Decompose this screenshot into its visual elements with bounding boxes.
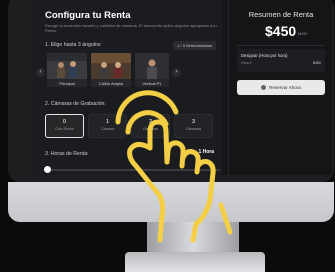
camera-label: Con Renta: [55, 127, 74, 131]
angle-thumbnail-image: [47, 53, 87, 79]
angle-label: Cálido Amplio: [98, 81, 124, 86]
hours-slider-handle[interactable]: [44, 166, 51, 173]
angle-card-vertical-p1[interactable]: Vertical P1: [135, 53, 169, 87]
camera-count: 0: [62, 119, 67, 125]
line-item-value: $450: [313, 61, 321, 65]
camera-label: Cámaras: [185, 127, 202, 131]
hours-value: 1 Hora: [198, 149, 214, 155]
page-description: Escoge tu escenario favorito y cantidad …: [45, 23, 217, 33]
camera-option-2[interactable]: 2 Cámaras: [131, 114, 170, 138]
step2-label: 2. Cámaras de Grabación:: [45, 101, 106, 107]
angle-card-calido-amplio[interactable]: Cálido Amplio: [91, 53, 131, 87]
monitor-stand-base: [125, 252, 265, 272]
angle-thumbnail-image: [91, 53, 131, 79]
angle-card-principal[interactable]: Principal: [47, 53, 87, 87]
summary-price: $450: [265, 23, 297, 39]
summary-title: Resumen de Renta: [248, 10, 314, 19]
monitor-chin: [8, 182, 334, 222]
chevron-right-icon[interactable]: ›: [172, 68, 181, 77]
line-item-title: Designar (Hora por hora): [241, 53, 288, 58]
camera-count: 1: [105, 119, 110, 125]
camera-option-3[interactable]: 3 Cámaras: [174, 114, 213, 138]
line-item-sub: Hora 1: [241, 61, 252, 65]
page-title: Configura tu Renta: [45, 10, 131, 21]
reserve-label: Reservar Ahora: [269, 85, 301, 90]
summary-line-item: Designar (Hora por hora) Hora 1 $450: [237, 49, 325, 72]
camera-option-0[interactable]: 0 Con Renta: [45, 114, 84, 138]
config-panel: Configura tu Renta Escoge tu escenario f…: [32, 0, 222, 175]
camera-label: Cámaras: [142, 127, 159, 131]
clock-icon: [261, 85, 267, 91]
reserve-button[interactable]: Reservar Ahora: [237, 80, 325, 95]
monitor-frame: Configura tu Renta Escoge tu escenario f…: [8, 0, 334, 182]
step1-label: 1. Elige hasta 3 ángulos:: [45, 42, 102, 48]
selected-count-badge: 1 / 3 Seleccionados: [173, 41, 216, 50]
camera-label: Cámara: [100, 127, 115, 131]
camera-count: 3: [191, 119, 196, 125]
hours-slider-track[interactable]: [46, 169, 220, 171]
angle-thumbnail-image: [135, 53, 169, 79]
camera-option-1[interactable]: 1 Cámara: [88, 114, 127, 138]
angle-label: Vertical P1: [142, 81, 162, 86]
app-screen: Configura tu Renta Escoge tu escenario f…: [32, 0, 332, 175]
angle-label: Principal: [59, 81, 75, 86]
summary-panel: Resumen de Renta $450 MXN Designar (Hora…: [228, 0, 332, 175]
camera-count: 2: [148, 119, 153, 125]
step3-label: 3. Horas de Renta:: [45, 151, 89, 157]
monitor-stand-neck: [147, 222, 239, 254]
chevron-left-icon[interactable]: ‹: [36, 68, 45, 77]
divider: [237, 45, 325, 46]
summary-currency: MXN: [298, 31, 307, 36]
